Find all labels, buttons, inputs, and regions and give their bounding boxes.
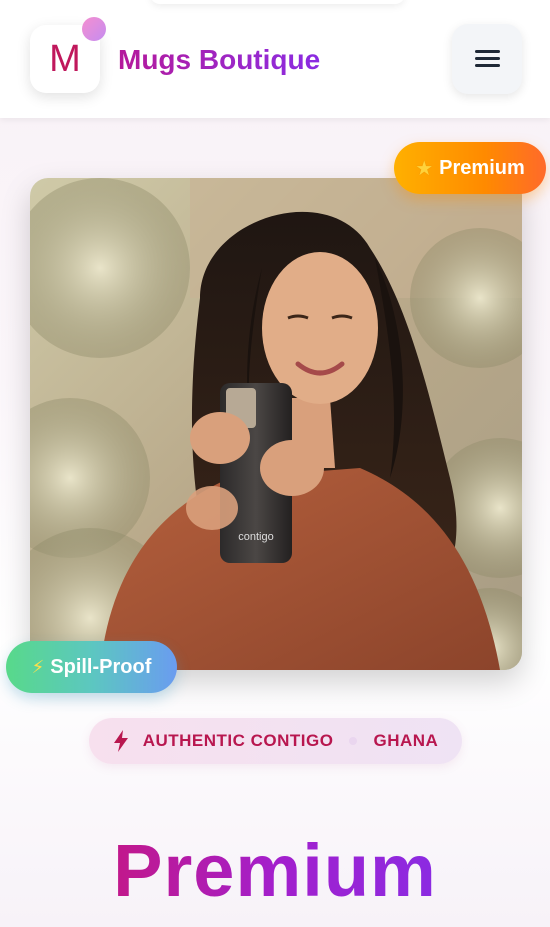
hero-heading-text: Premium — [113, 829, 437, 912]
origin-brand: AUTHENTIC CONTIGO — [142, 731, 334, 750]
logo[interactable]: M — [30, 17, 106, 93]
premium-badge-label: Premium — [439, 156, 525, 179]
spill-proof-badge: ⚡ Spill-Proof — [6, 641, 177, 693]
origin-pill: AUTHENTIC CONTIGO GHANA — [89, 718, 462, 764]
header: M Mugs Boutique — [0, 0, 550, 118]
hamburger-icon — [474, 49, 500, 69]
logo-letter: M — [49, 38, 81, 80]
menu-button[interactable] — [452, 24, 522, 94]
bolt-icon — [113, 730, 128, 752]
premium-badge: ★ Premium — [394, 142, 546, 194]
origin-country: GHANA — [373, 731, 439, 750]
top-notch — [150, 0, 405, 4]
bolt-icon: ⚡ — [31, 656, 45, 677]
page: M Mugs Boutique ★ Premium contigo ⚡ Spil… — [0, 0, 550, 927]
hero-heading: Premium — [0, 826, 550, 916]
notification-dot — [82, 17, 106, 41]
spill-proof-label: Spill-Proof — [50, 655, 152, 678]
product-photo[interactable]: contigo — [30, 178, 522, 670]
brand-name[interactable]: Mugs Boutique — [118, 42, 320, 78]
svg-text:contigo: contigo — [238, 531, 273, 543]
star-icon: ★ — [415, 157, 434, 180]
separator-dot — [349, 737, 358, 745]
